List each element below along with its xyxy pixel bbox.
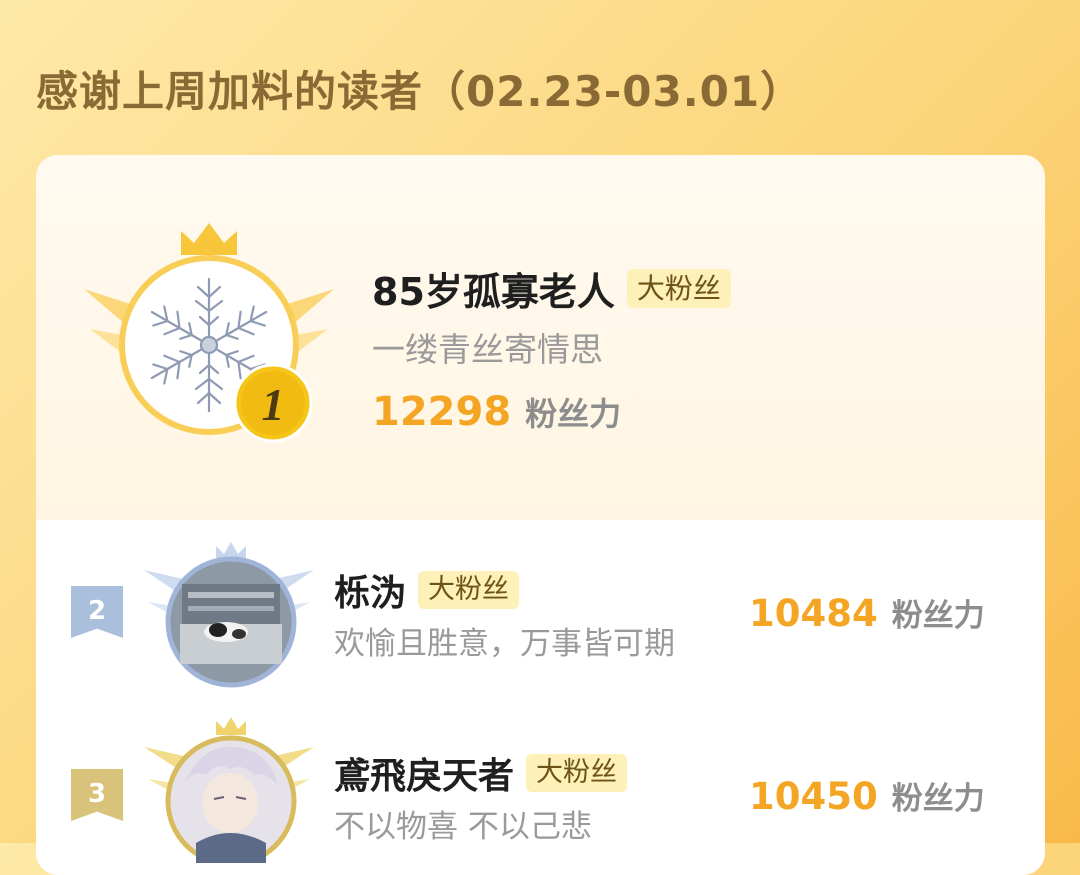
reader-3-fan-badge: 大粉丝 [526,754,628,792]
rank-1-avatar-frame[interactable]: 1 [84,217,334,447]
reader-2-name-text: 栎沩 [334,573,407,614]
reader-3-score: 10450 粉丝力 [749,773,985,818]
reader-1-score-unit: 粉丝力 [525,395,622,433]
reader-3-score-unit: 粉丝力 [891,781,985,817]
reader-2-score-value: 10484 [749,592,878,635]
reader-3-avatar-frame [144,713,314,867]
page-title: 感谢上周加料的读者（02.23-03.01） [36,67,804,116]
reader-1-score: 12298 粉丝力 [372,389,621,435]
reader-1-name-text: 85岁孤寡老人 [372,270,615,314]
reader-3-name[interactable]: 鳶飛戾天者 大粉丝 [334,747,628,799]
reader-3-score-value: 10450 [749,775,878,818]
cat-photo-avatar [180,584,282,664]
rank-1-label: 1 [262,379,285,430]
reader-2-name[interactable]: 栎沩 大粉丝 [334,564,520,616]
crown-icon [181,223,237,255]
reader-2-score-unit: 粉丝力 [891,598,985,634]
reader-3-motto: 不以物喜 不以己悲 [334,809,592,845]
reader-1-score-value: 12298 [372,389,512,435]
reader-1-fan-badge: 大粉丝 [626,269,731,308]
reader-row-2[interactable]: 2 栎沩 大粉丝 欢愉且胜意，万事皆可期 10484 粉丝力 [36,542,1045,692]
reader-row-3[interactable]: 3 鳶飛戾天者 大粉丝 不以物喜 不以己悲 10450 粉丝力 [36,717,1045,875]
reader-2-avatar-frame [144,542,314,692]
rank-1-medal-icon: 1 [233,363,313,443]
reader-2-score: 10484 粉丝力 [749,590,985,635]
reader-2-motto: 欢愉且胜意，万事皆可期 [334,626,675,662]
rank-2-tag: 2 [71,586,123,638]
rank-3-tag: 3 [71,769,123,821]
reader-3-name-text: 鳶飛戾天者 [334,756,515,797]
top-reader-card[interactable]: 1 85岁孤寡老人 大粉丝 一缕青丝寄情思 12298 粉丝力 [36,155,1045,520]
reader-1-name[interactable]: 85岁孤寡老人 大粉丝 [372,261,731,316]
reader-1-motto: 一缕青丝寄情思 [372,330,603,369]
leaderboard-panel: 1 85岁孤寡老人 大粉丝 一缕青丝寄情思 12298 粉丝力 2 栎沩 大粉丝… [36,155,1045,875]
reader-2-fan-badge: 大粉丝 [418,571,520,609]
